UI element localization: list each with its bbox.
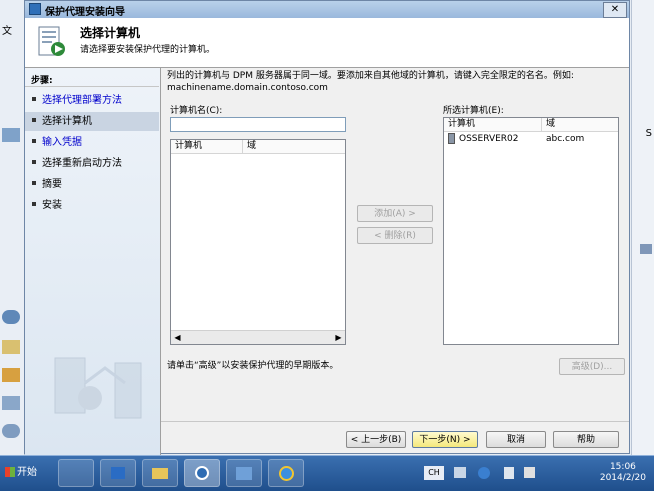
scroll-left-icon[interactable]: ◀ <box>171 331 184 344</box>
steps-title: 步骤: <box>31 76 53 86</box>
network-icon <box>236 467 252 480</box>
bullet-icon <box>32 160 36 164</box>
step-summary[interactable]: 摘要 <box>25 175 159 194</box>
column-computer[interactable]: 计算机 <box>171 140 243 153</box>
selected-computers-label: 所选计算机(E): <box>443 106 504 116</box>
taskbar-server-manager[interactable] <box>58 459 94 487</box>
taskbar-internet-explorer[interactable] <box>268 459 304 487</box>
background-right-panel: S <box>631 0 654 455</box>
step-deployment-method[interactable]: 选择代理部署方法 <box>25 91 159 110</box>
start-label: 开始 <box>17 467 37 478</box>
menu-fragment: 文 <box>2 26 12 37</box>
add-button[interactable]: 添加(A) > <box>357 205 433 222</box>
computer-selection-icon <box>38 26 65 56</box>
computer-name-input[interactable] <box>170 117 346 132</box>
back-button[interactable]: < 上一步(B) <box>346 431 406 448</box>
column-domain[interactable]: 域 <box>243 140 345 153</box>
advanced-button[interactable]: 高级(D)... <box>559 358 625 375</box>
step-restart-method[interactable]: 选择重新启动方法 <box>25 154 159 173</box>
page-title: 选择计算机 <box>80 26 141 40</box>
background-left-toolbar: 文 <box>0 0 25 455</box>
steps-divider <box>25 86 159 87</box>
taskbar: 开始 CH 15:06 2014/2/20 <box>0 455 654 491</box>
step-label: 摘要 <box>42 179 62 190</box>
report-icon[interactable] <box>2 396 20 410</box>
clock[interactable]: 15:06 2014/2/20 <box>600 462 646 484</box>
bullet-icon <box>32 118 36 122</box>
clock-date: 2014/2/20 <box>599 473 646 483</box>
volume-icon[interactable] <box>524 467 535 478</box>
keyboard-icon[interactable] <box>454 467 466 478</box>
help-icon[interactable] <box>478 467 490 479</box>
available-list-header: 计算机 域 <box>171 140 345 154</box>
scroll-right-icon[interactable]: ▶ <box>332 331 345 344</box>
step-install[interactable]: 安装 <box>25 196 159 215</box>
bullet-icon <box>32 139 36 143</box>
server-icon <box>448 133 455 144</box>
available-computers-list[interactable]: 计算机 域 ◀ ▶ <box>170 139 346 345</box>
system-tray: CH 15:06 2014/2/20 <box>424 458 654 489</box>
window-title: 保护代理安装向导 <box>45 7 125 18</box>
language-indicator[interactable]: CH <box>424 466 444 480</box>
step-label: 选择代理部署方法 <box>42 95 122 106</box>
step-credentials[interactable]: 输入凭据 <box>25 133 159 152</box>
side-icon[interactable] <box>640 244 652 254</box>
servers-illustration <box>54 357 142 419</box>
step-label: 选择重新启动方法 <box>42 158 122 169</box>
advanced-note: 请单击“高级”以安装保护代理的早期版本。 <box>167 361 339 371</box>
network-tray-icon[interactable] <box>504 467 514 479</box>
powershell-icon <box>111 467 125 479</box>
globe-icon[interactable] <box>2 310 20 324</box>
bullet-icon <box>32 202 36 206</box>
bullet-icon <box>32 97 36 101</box>
cancel-button[interactable]: 取消 <box>486 431 546 448</box>
selected-list-header: 计算机 域 <box>444 118 618 132</box>
description-text: 列出的计算机与 DPM 服务器属于同一域。要添加来自其他域的计算机，请键入完全限… <box>167 71 574 93</box>
protection-agent-wizard: 保护代理安装向导 ✕ 选择计算机 请选择要安装保护代理的计算机。 步骤: 选择代… <box>24 0 630 455</box>
settings-icon[interactable] <box>2 424 20 438</box>
taskbar-explorer[interactable] <box>142 459 178 487</box>
cell-computer: OSSERVER02 <box>459 134 519 144</box>
footer-divider <box>161 421 629 422</box>
title-bar: 保护代理安装向导 ✕ <box>25 1 629 18</box>
computer-name-label: 计算机名(C): <box>170 106 223 116</box>
scroll-arrow-icon[interactable]: S <box>646 128 652 139</box>
page-subtitle: 请选择要安装保护代理的计算机。 <box>80 45 216 55</box>
taskbar-powershell[interactable] <box>100 459 136 487</box>
app-icon[interactable] <box>2 128 20 142</box>
step-label: 安装 <box>42 200 62 211</box>
next-button[interactable]: 下一步(N) > <box>412 431 478 448</box>
wizard-header: 选择计算机 请选择要安装保护代理的计算机。 <box>25 18 629 68</box>
column-computer[interactable]: 计算机 <box>444 118 542 131</box>
document-icon[interactable] <box>2 368 20 382</box>
cell-domain: abc.com <box>546 134 585 144</box>
dpm-icon <box>195 466 209 480</box>
taskbar-dpm-console[interactable] <box>184 459 220 487</box>
clock-time: 15:06 <box>609 462 636 472</box>
ie-icon <box>279 466 294 481</box>
bullet-icon <box>32 181 36 185</box>
folder-icon[interactable] <box>2 340 20 354</box>
remove-button[interactable]: < 删除(R) <box>357 227 433 244</box>
step-label: 选择计算机 <box>42 116 92 127</box>
step-select-computers[interactable]: 选择计算机 <box>25 112 159 131</box>
horizontal-scrollbar[interactable]: ◀ ▶ <box>171 330 345 344</box>
close-button[interactable]: ✕ <box>603 2 627 18</box>
table-row[interactable]: OSSERVER02 <box>448 133 519 145</box>
selected-computers-list[interactable]: 计算机 域 OSSERVER02 abc.com <box>443 117 619 345</box>
taskbar-network[interactable] <box>226 459 262 487</box>
windows-logo-icon <box>5 467 15 477</box>
window-icon <box>29 3 41 15</box>
step-label: 输入凭据 <box>42 137 82 148</box>
column-domain[interactable]: 域 <box>542 118 618 131</box>
help-button[interactable]: 帮助 <box>553 431 619 448</box>
folder-icon <box>152 468 168 479</box>
start-button[interactable]: 开始 <box>2 460 44 486</box>
steps-panel: 步骤: 选择代理部署方法 选择计算机 输入凭据 选择重新启动方法 摘要 安装 <box>25 68 161 455</box>
